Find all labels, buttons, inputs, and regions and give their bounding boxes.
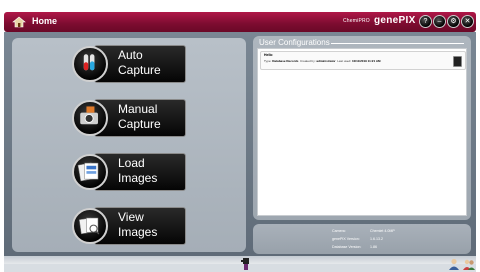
users-icon[interactable]	[463, 258, 475, 270]
database-version-value: 1.86	[370, 245, 377, 249]
user-icon[interactable]	[448, 258, 460, 270]
user-config-list[interactable]	[257, 48, 467, 216]
test-tubes-icon	[72, 46, 108, 82]
brand-chemipro: ChemiPRO	[343, 18, 370, 24]
delete-config-icon[interactable]	[453, 56, 462, 67]
title-bar: Home ChemiPRO genePIX ? – ⚙ ✕	[4, 12, 476, 32]
minimize-icon: –	[437, 18, 442, 25]
manual-capture-line2: Capture	[118, 117, 161, 131]
images-stack-icon	[72, 154, 108, 190]
load-images-button[interactable]: Load Images	[72, 152, 188, 192]
minimize-button[interactable]: –	[433, 15, 446, 28]
close-icon: ✕	[464, 18, 471, 25]
camera-icon	[72, 100, 108, 136]
genepix-version-value: 1.6.13.2	[370, 237, 383, 241]
config-last-used: 10/11/2019 11:21 AM	[351, 59, 381, 63]
auto-capture-line1: Auto	[118, 48, 143, 62]
view-images-line1: View	[118, 210, 144, 224]
view-images-button[interactable]: View Images	[72, 206, 188, 246]
view-images-icon	[72, 208, 108, 244]
connection-icon[interactable]	[241, 258, 251, 270]
settings-button[interactable]: ⚙	[447, 15, 460, 28]
load-images-line1: Load	[118, 156, 145, 170]
config-name: Hello	[264, 53, 273, 57]
database-version-label: Database Version:	[332, 245, 362, 249]
help-icon: ?	[423, 18, 428, 25]
home-icon[interactable]	[12, 16, 26, 28]
camera-label: Camera:	[332, 229, 346, 233]
close-button[interactable]: ✕	[461, 15, 474, 28]
view-images-line2: Images	[118, 225, 158, 239]
auto-capture-line2: Capture	[118, 63, 161, 77]
camera-value: Chemiet 4.0MP	[370, 229, 395, 233]
config-created-by: administrator	[316, 59, 336, 63]
home-label[interactable]: Home	[32, 16, 57, 26]
auto-capture-button[interactable]: Auto Capture	[72, 44, 188, 84]
load-images-line2: Images	[118, 171, 158, 185]
config-item[interactable]: Hello Type: Database Records Created by:…	[260, 51, 466, 70]
config-type: Database Records	[272, 59, 299, 63]
brand-genepix: genePIX	[374, 15, 416, 26]
user-config-title: User Configurations	[259, 38, 330, 47]
title-divider	[331, 43, 464, 44]
settings-icon: ⚙	[450, 18, 457, 25]
genepix-version-label: genePIX Version:	[332, 237, 360, 241]
help-button[interactable]: ?	[419, 15, 432, 28]
manual-capture-line1: Manual	[118, 102, 158, 116]
manual-capture-button[interactable]: Manual Capture	[72, 98, 188, 138]
version-panel	[253, 224, 471, 254]
